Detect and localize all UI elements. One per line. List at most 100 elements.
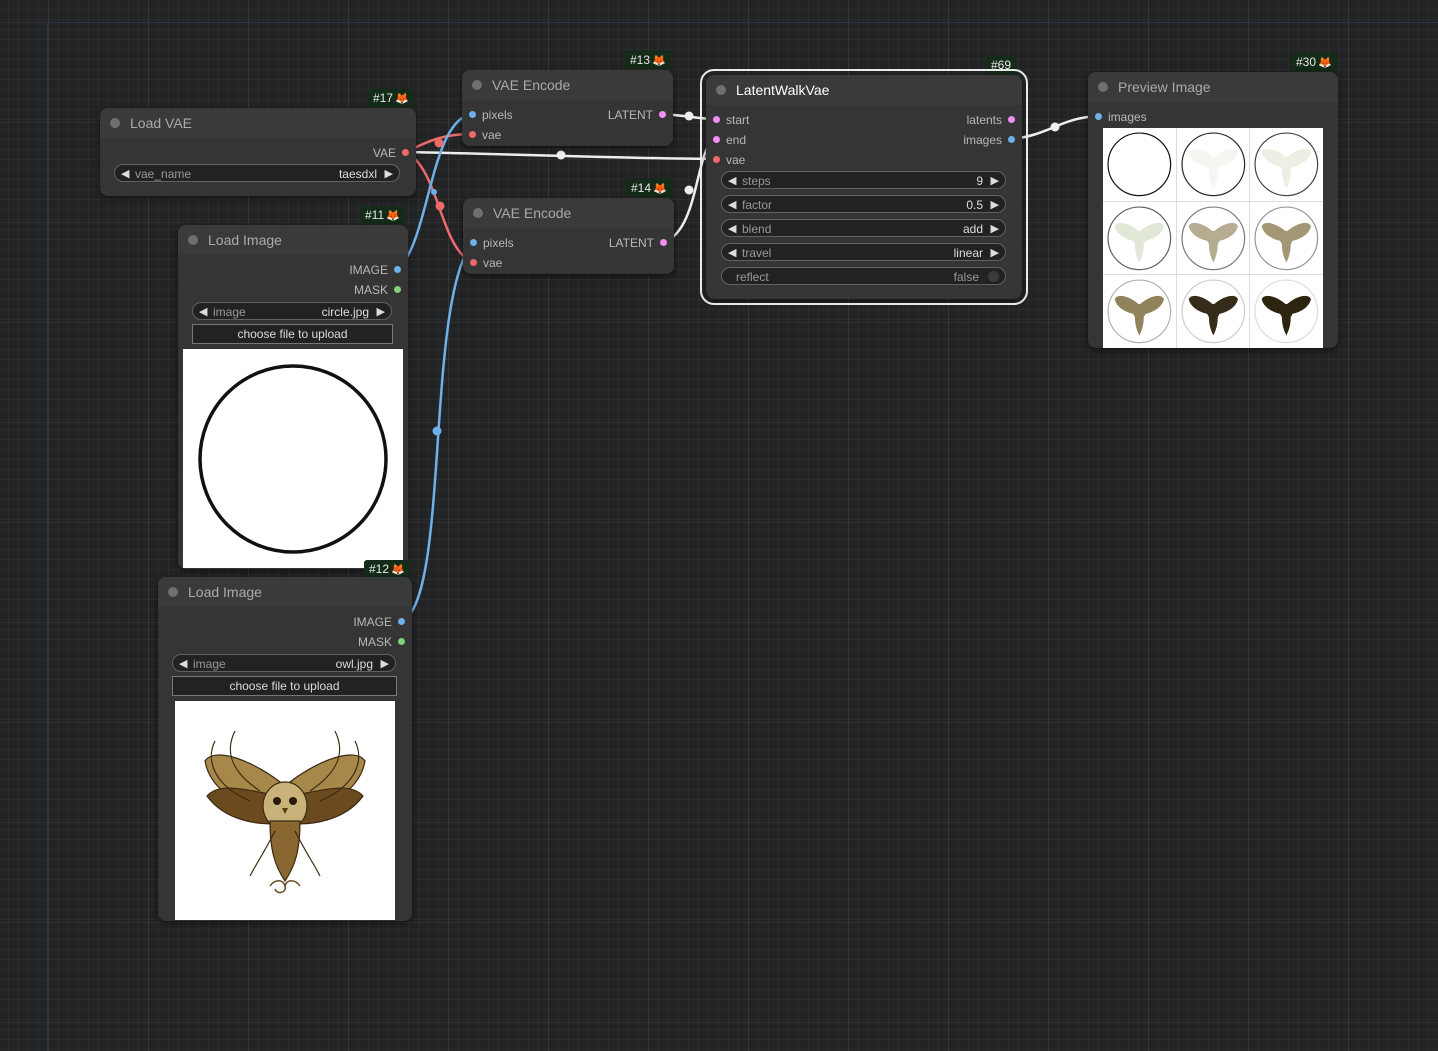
node-id-text: #69 <box>991 58 1012 72</box>
output-slot-image[interactable] <box>394 266 401 273</box>
output-slot-mask[interactable] <box>398 638 405 645</box>
preview-thumbnail[interactable] <box>1250 275 1323 348</box>
node-title-bar[interactable]: Load Image <box>178 225 408 255</box>
node-latent-walk-vae[interactable]: LatentWalkVae start end vae latents imag… <box>700 69 1028 305</box>
output-slot-image[interactable] <box>398 618 405 625</box>
decrement-arrow-icon[interactable]: ◀ <box>728 244 736 262</box>
link-midpoint[interactable] <box>1050 122 1060 132</box>
upload-button[interactable]: choose file to upload <box>192 324 393 344</box>
link-image12-to-encode14[interactable] <box>400 240 475 623</box>
decrement-arrow-icon[interactable]: ◀ <box>179 655 187 673</box>
input-slot-start[interactable] <box>713 116 720 123</box>
input-slot-vae[interactable] <box>713 156 720 163</box>
increment-arrow-icon[interactable]: ▶ <box>991 220 999 238</box>
preview-thumbnail[interactable] <box>1103 201 1176 275</box>
link-midpoint[interactable] <box>435 201 445 211</box>
number-steps[interactable]: ◀ steps 9 ▶ <box>721 171 1006 189</box>
input-label-start: start <box>726 113 750 127</box>
link-midpoint[interactable] <box>434 138 444 148</box>
node-title: Load Image <box>208 232 282 248</box>
input-label-vae: vae <box>726 153 746 167</box>
node-title-bar[interactable]: LatentWalkVae <box>706 75 1022 105</box>
combo-travel[interactable]: ◀ travel linear ▶ <box>721 243 1006 261</box>
decrement-arrow-icon[interactable]: ◀ <box>121 165 129 183</box>
increment-arrow-icon[interactable]: ▶ <box>991 172 999 190</box>
input-slot-images[interactable] <box>1095 113 1102 120</box>
input-slot-pixels[interactable] <box>469 111 476 118</box>
increment-arrow-icon[interactable]: ▶ <box>377 303 385 321</box>
increment-arrow-icon[interactable]: ▶ <box>991 244 999 262</box>
collapse-dot-icon[interactable] <box>188 235 198 245</box>
widget-value: owl.jpg <box>335 657 373 671</box>
node-id-text: #11 <box>365 208 385 222</box>
collapse-dot-icon[interactable] <box>110 118 120 128</box>
increment-arrow-icon[interactable]: ▶ <box>991 196 999 214</box>
node-vae-encode-14[interactable]: VAE Encode pixels vae LATENT <box>463 198 674 274</box>
node-title-bar[interactable]: Preview Image <box>1088 72 1338 102</box>
link-midpoint[interactable] <box>556 150 566 160</box>
link-vae-to-latentwalk[interactable] <box>404 150 718 161</box>
preview-thumbnail[interactable] <box>1103 275 1176 348</box>
output-slot-mask[interactable] <box>394 286 401 293</box>
toggle-reflect[interactable]: reflect false <box>721 267 1006 285</box>
output-slot-latents[interactable] <box>1008 116 1015 123</box>
combo-image[interactable]: ◀ image owl.jpg ▶ <box>172 654 396 672</box>
output-slot-vae[interactable] <box>402 149 409 156</box>
collapse-dot-icon[interactable] <box>472 80 482 90</box>
decrement-arrow-icon[interactable]: ◀ <box>728 172 736 190</box>
increment-arrow-icon[interactable]: ▶ <box>381 655 389 673</box>
collapse-dot-icon[interactable] <box>716 85 726 95</box>
decrement-arrow-icon[interactable]: ◀ <box>199 303 207 321</box>
input-slot-vae[interactable] <box>469 131 476 138</box>
combo-image[interactable]: ◀ image circle.jpg ▶ <box>192 302 392 320</box>
link-midpoint[interactable] <box>684 111 694 121</box>
node-title-bar[interactable]: VAE Encode <box>463 198 674 228</box>
preview-thumbnail[interactable] <box>1176 128 1250 201</box>
number-factor[interactable]: ◀ factor 0.5 ▶ <box>721 195 1006 213</box>
output-slot-latent[interactable] <box>660 239 667 246</box>
collapse-dot-icon[interactable] <box>1098 82 1108 92</box>
collapse-dot-icon[interactable] <box>168 587 178 597</box>
link-midpoint[interactable] <box>431 189 437 195</box>
node-title: Preview Image <box>1118 79 1211 95</box>
output-slot-latent[interactable] <box>659 111 666 118</box>
preview-image-grid[interactable] <box>1103 128 1323 348</box>
upload-button[interactable]: choose file to upload <box>172 676 397 696</box>
node-vae-encode-13[interactable]: VAE Encode pixels vae LATENT <box>462 70 673 146</box>
widget-value: false <box>953 270 979 284</box>
preview-thumbnail[interactable] <box>1176 201 1250 275</box>
combo-blend[interactable]: ◀ blend add ▶ <box>721 219 1006 237</box>
widget-value: 0.5 <box>966 198 983 212</box>
node-title-bar[interactable]: Load Image <box>158 577 412 607</box>
canvas-border-top <box>48 22 1438 23</box>
preview-thumbnail[interactable] <box>1250 128 1323 201</box>
input-slot-vae[interactable] <box>470 259 477 266</box>
preview-thumbnail[interactable] <box>1250 201 1323 275</box>
link-midpoint[interactable] <box>432 426 442 436</box>
input-slot-end[interactable] <box>713 136 720 143</box>
widget-label: steps <box>742 174 771 188</box>
link-midpoint[interactable] <box>684 185 694 195</box>
node-load-image-owl[interactable]: Load Image IMAGE MASK ◀ image owl.jpg ▶ … <box>158 577 412 921</box>
node-title-bar[interactable]: VAE Encode <box>462 70 673 100</box>
input-label-vae: vae <box>483 256 503 270</box>
node-load-image-circle[interactable]: Load Image IMAGE MASK ◀ image circle.jpg… <box>178 225 408 569</box>
preview-thumbnail[interactable] <box>1103 128 1176 201</box>
decrement-arrow-icon[interactable]: ◀ <box>728 220 736 238</box>
preview-thumbnail[interactable] <box>1176 275 1250 348</box>
collapse-dot-icon[interactable] <box>473 208 483 218</box>
toggle-knob-icon[interactable] <box>988 271 999 282</box>
increment-arrow-icon[interactable]: ▶ <box>385 165 393 183</box>
combo-vae-name[interactable]: ◀ vae_name taesdxl ▶ <box>114 164 400 182</box>
image-preview-circle <box>183 349 403 568</box>
output-slot-images[interactable] <box>1008 136 1015 143</box>
link-images-to-preview[interactable] <box>1010 114 1100 141</box>
widget-value: taesdxl <box>338 167 377 181</box>
node-title: Load VAE <box>130 115 193 131</box>
decrement-arrow-icon[interactable]: ◀ <box>728 196 736 214</box>
node-title-bar[interactable]: Load VAE <box>100 108 416 138</box>
input-slot-pixels[interactable] <box>470 239 477 246</box>
fox-icon: 🦊 <box>391 564 405 576</box>
node-preview-image[interactable]: Preview Image images <box>1088 72 1338 348</box>
node-load-vae[interactable]: Load VAE VAE ◀ vae_name taesdxl ▶ <box>100 108 416 196</box>
